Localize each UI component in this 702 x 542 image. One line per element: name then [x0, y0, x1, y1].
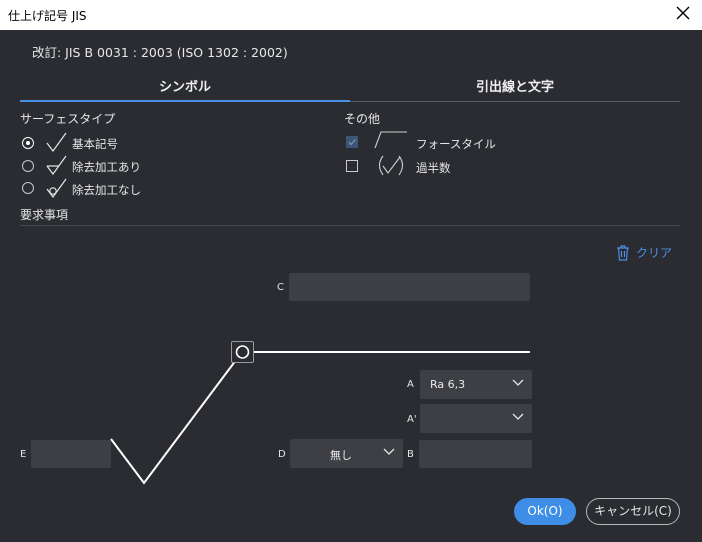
- field-a-prime-dropdown[interactable]: [420, 404, 532, 433]
- field-d-label: D: [278, 449, 286, 460]
- leader-handle[interactable]: [231, 341, 254, 363]
- chevron-down-icon: [512, 379, 524, 386]
- field-c-label: C: [277, 282, 284, 293]
- field-a-prime-label: A': [407, 414, 417, 425]
- field-b-label: B: [407, 449, 414, 460]
- chevron-down-icon: [383, 448, 395, 455]
- circle-handle-icon: [235, 345, 250, 359]
- field-c-input[interactable]: [289, 273, 530, 301]
- field-a-value: Ra 6,3: [430, 378, 466, 391]
- field-a-dropdown[interactable]: Ra 6,3: [420, 370, 532, 399]
- field-d-value: 無し: [330, 449, 352, 462]
- field-a-label: A: [407, 379, 414, 390]
- ok-button[interactable]: Ok(O): [514, 498, 576, 525]
- field-d-dropdown[interactable]: 無し: [290, 439, 403, 468]
- field-b-input[interactable]: [419, 440, 532, 468]
- field-e-label: E: [20, 449, 27, 460]
- chevron-down-icon: [512, 413, 524, 420]
- cancel-button[interactable]: キャンセル(C): [586, 498, 680, 525]
- field-e-input[interactable]: [31, 440, 111, 468]
